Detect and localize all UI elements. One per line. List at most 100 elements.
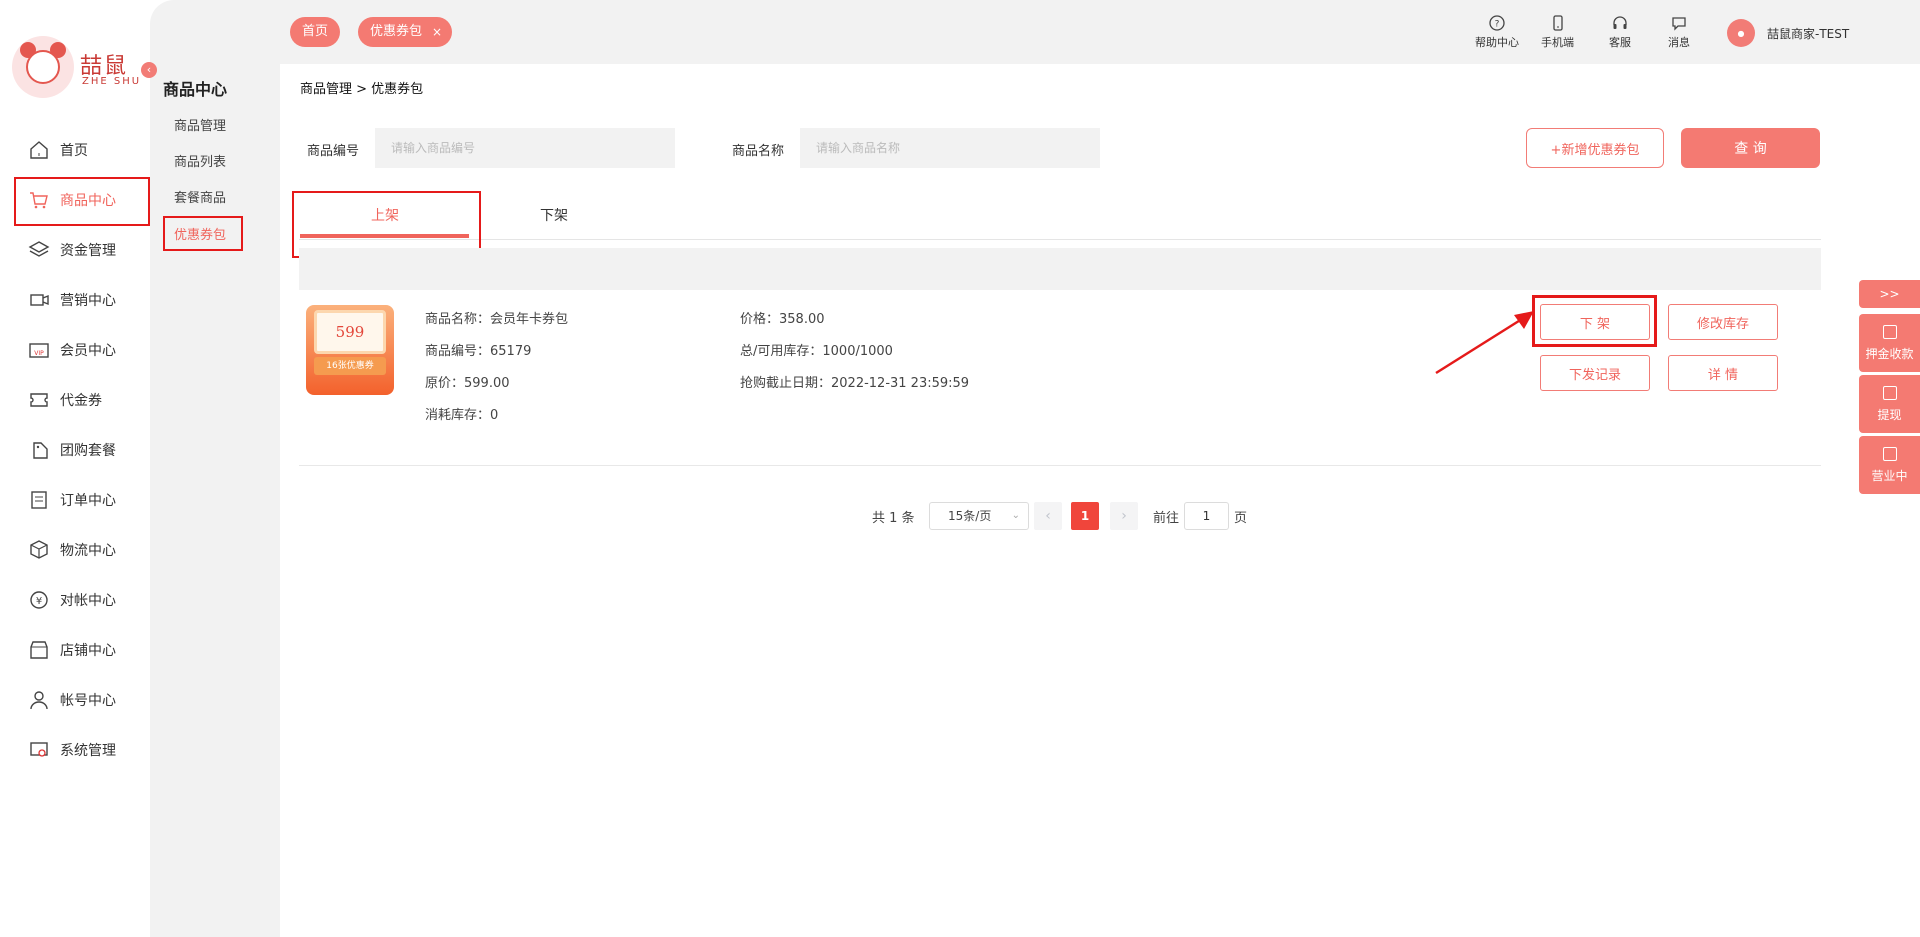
goto-page-input[interactable] <box>1184 502 1229 530</box>
edit-stock-button[interactable]: 修改库存 <box>1668 304 1778 340</box>
page-size-select[interactable]: 15条/页 ⌄ <box>929 502 1029 530</box>
subnav-item-combo-product[interactable]: 套餐商品 <box>174 187 226 206</box>
avatar: ● <box>1727 19 1755 47</box>
detail-button[interactable]: 详 情 <box>1668 355 1778 391</box>
product-code-input[interactable] <box>375 128 675 168</box>
main-nav: 首页商品中心 资金管理 营销中心 VIP 会员中心代金券团购套餐订单中心物流中心 ¥ 对帐中… <box>0 125 150 775</box>
card-icon <box>1882 324 1897 339</box>
tab-tag-home[interactable]: 首页 <box>290 17 341 47</box>
sidebar-item-9[interactable]: ¥ 对帐中心 <box>0 575 150 625</box>
withdraw-button[interactable]: 提现 <box>1859 375 1920 433</box>
deposit-collect-label: 押金收款 <box>1865 346 1914 361</box>
messages-label: 消息 <box>1668 36 1690 49</box>
next-page-button[interactable]: › <box>1110 502 1138 530</box>
svg-text:?: ? <box>1495 20 1500 30</box>
help-center-label: 帮助中心 <box>1475 36 1519 49</box>
sidebar-item-1[interactable]: 商品中心 <box>0 175 150 226</box>
store-icon <box>28 639 50 661</box>
original-price: 原价：599.00 <box>425 376 510 391</box>
prev-page-button[interactable]: ‹ <box>1034 502 1062 530</box>
brand-logo: 喆鼠 ZHE SHU <box>12 36 152 102</box>
product-code: 商品编号：65179 <box>425 344 532 359</box>
business-status-label: 营业中 <box>1871 468 1908 483</box>
sidebar-item-7[interactable]: 订单中心 <box>0 475 150 525</box>
help-center-button[interactable]: ? 帮助中心 <box>1475 14 1519 50</box>
price: 价格：358.00 <box>740 312 825 327</box>
subnav-item-product-list[interactable]: 商品列表 <box>174 151 226 170</box>
mobile-label: 手机端 <box>1541 36 1574 49</box>
page-unit-label: 页 <box>1234 510 1248 526</box>
customer-service-label: 客服 <box>1609 36 1631 49</box>
close-icon[interactable]: × <box>432 17 442 47</box>
sidebar-item-3[interactable]: 营销中心 <box>0 275 150 325</box>
sidebar-item-label: 代金券 <box>60 393 102 409</box>
product-name-input[interactable] <box>800 128 1100 168</box>
product-code-label: 商品编号 <box>307 144 360 159</box>
user-name: 喆鼠商家-TEST <box>1767 26 1850 41</box>
customer-service-button[interactable]: 客服 <box>1609 14 1631 50</box>
help-icon: ? <box>1489 15 1505 31</box>
goto-label: 前往 <box>1153 510 1180 526</box>
user-menu[interactable]: ● 喆鼠商家-TEST <box>1727 19 1849 47</box>
subnav-highlight-box <box>163 216 243 251</box>
consumed-stock: 消耗库存：0 <box>425 408 499 423</box>
svg-text:VIP: VIP <box>34 350 44 357</box>
page-size-value: 15条/页 <box>948 509 992 523</box>
sidebar-item-label: 系统管理 <box>60 743 116 759</box>
add-coupon-pack-button[interactable]: +新增优惠券包 <box>1526 128 1664 168</box>
pagination-total: 共 1 条 <box>872 510 915 526</box>
vip-card-icon: VIP <box>28 339 50 361</box>
sidebar-item-5[interactable]: 代金券 <box>0 375 150 425</box>
store-status-icon <box>1882 446 1897 461</box>
messages-button[interactable]: 消息 <box>1668 14 1690 50</box>
logo-mascot-icon <box>12 36 74 98</box>
annotation-arrow-icon <box>1435 311 1534 375</box>
yen-icon: ¥ <box>28 589 50 611</box>
sidebar-item-11[interactable]: 帐号中心 <box>0 675 150 725</box>
marketing-icon <box>28 289 50 311</box>
package-icon <box>28 539 50 561</box>
settings-icon <box>28 739 50 761</box>
sidebar-item-label: 对帐中心 <box>60 593 116 609</box>
sub-sidebar: 商品中心 商品管理 商品列表 套餐商品 优惠券包 <box>150 0 280 937</box>
main-sidebar: 喆鼠 ZHE SHU 首页商品中心 资金管理 营销中心 VIP 会员中心代金券团购套餐订… <box>0 0 150 937</box>
chevron-down-icon: ⌄ <box>1011 510 1020 521</box>
tab-tag-coupon-pack[interactable]: 优惠券包 × <box>358 17 453 47</box>
sidebar-item-label: 订单中心 <box>60 493 116 509</box>
sidebar-item-10[interactable]: 店铺中心 <box>0 625 150 675</box>
offline-highlight-box <box>1532 295 1657 347</box>
thumb-price: 599 <box>314 310 386 354</box>
sidebar-item-label: 团购套餐 <box>60 443 116 459</box>
list-divider <box>299 465 1821 466</box>
query-button[interactable]: 查 询 <box>1681 128 1820 168</box>
sidebar-item-6[interactable]: 团购套餐 <box>0 425 150 475</box>
float-panel-toggle[interactable]: >> <box>1859 280 1920 308</box>
sidebar-item-label: 物流中心 <box>60 543 116 559</box>
product-thumbnail: 599 16张优惠券 <box>306 305 394 395</box>
mobile-button[interactable]: 手机端 <box>1541 14 1574 50</box>
sidebar-item-0[interactable]: 首页 <box>0 125 150 175</box>
sidebar-highlight-box <box>14 177 150 226</box>
collapse-sidebar-button[interactable]: ‹ <box>141 62 157 78</box>
user-icon <box>28 689 50 711</box>
sidebar-item-8[interactable]: 物流中心 <box>0 525 150 575</box>
deposit-collect-button[interactable]: 押金收款 <box>1859 314 1920 372</box>
message-icon <box>1672 17 1686 31</box>
business-status-button[interactable]: 营业中 <box>1859 436 1920 494</box>
sidebar-item-label: 帐号中心 <box>60 693 116 709</box>
dispatch-log-button[interactable]: 下发记录 <box>1540 355 1650 391</box>
headset-icon <box>1613 16 1627 29</box>
voucher-icon <box>28 389 50 411</box>
tab-tag-label: 优惠券包 <box>370 24 423 39</box>
purchase-deadline: 抢购截止日期：2022-12-31 23:59:59 <box>740 376 970 391</box>
thumb-band-text: 16张优惠券 <box>314 357 386 375</box>
tab-off-shelf[interactable]: 下架 <box>540 205 568 225</box>
sidebar-item-4[interactable]: VIP 会员中心 <box>0 325 150 375</box>
withdraw-label: 提现 <box>1877 407 1902 422</box>
list-header <box>299 248 1821 290</box>
sidebar-item-label: 首页 <box>60 143 88 159</box>
page-number-current[interactable]: 1 <box>1071 502 1099 530</box>
sidebar-item-12[interactable]: 系统管理 <box>0 725 150 775</box>
subnav-item-product-manage[interactable]: 商品管理 <box>174 115 226 134</box>
sidebar-item-2[interactable]: 资金管理 <box>0 225 150 275</box>
